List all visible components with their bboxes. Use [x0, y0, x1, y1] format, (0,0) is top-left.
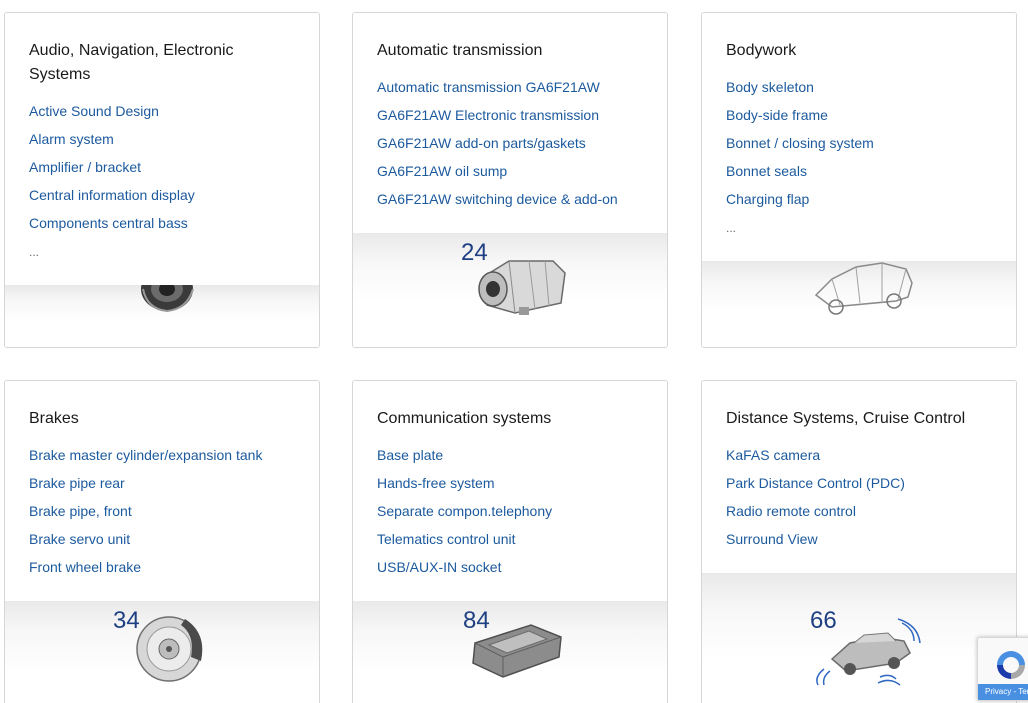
subcategory-link[interactable]: Bonnet / closing system: [726, 129, 992, 157]
category-image-area[interactable]: [5, 285, 319, 347]
category-card-automatic-transmission[interactable]: Automatic transmission Automatic transmi…: [352, 12, 668, 348]
subcategory-link[interactable]: Brake pipe, front: [29, 497, 295, 525]
category-card-bodywork[interactable]: Bodywork Body skeleton Body-side frame B…: [701, 12, 1017, 348]
subcategory-list: Base plate Hands-free system Separate co…: [377, 441, 643, 581]
subcategory-link[interactable]: Central information display: [29, 181, 295, 209]
category-image-area[interactable]: 34: [5, 601, 319, 703]
category-card-brakes[interactable]: Brakes Brake master cylinder/expansion t…: [4, 380, 320, 703]
recaptcha-badge[interactable]: Privacy - Terms: [977, 637, 1028, 701]
category-card-distance-systems[interactable]: Distance Systems, Cruise Control KaFAS c…: [701, 380, 1017, 703]
subcategory-list: KaFAS camera Park Distance Control (PDC)…: [726, 441, 992, 553]
subcategory-link[interactable]: Brake servo unit: [29, 525, 295, 553]
subcategory-link[interactable]: Separate compon.telephony: [377, 497, 643, 525]
category-card-communication-systems[interactable]: Communication systems Base plate Hands-f…: [352, 380, 668, 703]
subcategory-link[interactable]: Radio remote control: [726, 497, 992, 525]
subcategory-link[interactable]: Body-side frame: [726, 101, 992, 129]
card-title[interactable]: Automatic transmission: [377, 39, 643, 63]
subcategory-link[interactable]: Brake master cylinder/expansion tank: [29, 441, 295, 469]
base-plate-part-image: [472, 624, 562, 678]
card-title[interactable]: Communication systems: [377, 407, 643, 431]
subcategory-link[interactable]: Hands-free system: [377, 469, 643, 497]
subcategory-link[interactable]: GA6F21AW Electronic transmission: [377, 101, 643, 129]
subcategory-link[interactable]: Brake pipe rear: [29, 469, 295, 497]
card-title[interactable]: Brakes: [29, 407, 295, 431]
card-title[interactable]: Bodywork: [726, 39, 992, 63]
body-skeleton-part-image: [814, 262, 913, 315]
subcategory-link[interactable]: KaFAS camera: [726, 441, 992, 469]
brake-disc-part-image: [136, 616, 203, 682]
subcategory-link[interactable]: Bonnet seals: [726, 157, 992, 185]
car-sensors-part-image: [816, 618, 921, 686]
more-ellipsis[interactable]: ...: [29, 237, 295, 267]
card-title[interactable]: Audio, Navigation, Electronic Systems: [29, 39, 295, 87]
subcategory-link[interactable]: GA6F21AW switching device & add-on: [377, 185, 643, 213]
category-image-area[interactable]: [702, 261, 1016, 347]
recaptcha-terms[interactable]: Privacy - Terms: [978, 684, 1028, 700]
recaptcha-icon: [997, 651, 1025, 679]
card-title[interactable]: Distance Systems, Cruise Control: [726, 407, 992, 431]
subcategory-list: Automatic transmission GA6F21AW GA6F21AW…: [377, 73, 643, 213]
subcategory-link[interactable]: Body skeleton: [726, 73, 992, 101]
category-image-area[interactable]: 24: [353, 233, 667, 347]
subcategory-link[interactable]: Components central bass: [29, 209, 295, 237]
subcategory-link[interactable]: Base plate: [377, 441, 643, 469]
transmission-part-image: [478, 260, 566, 315]
subcategory-link[interactable]: Alarm system: [29, 125, 295, 153]
category-image-area[interactable]: 66: [702, 573, 1016, 703]
category-image-area[interactable]: 84: [353, 601, 667, 703]
subcategory-link[interactable]: Automatic transmission GA6F21AW: [377, 73, 643, 101]
subcategory-list: Active Sound Design Alarm system Amplifi…: [29, 97, 295, 267]
category-card-audio[interactable]: Audio, Navigation, Electronic Systems Ac…: [4, 12, 320, 348]
subcategory-link[interactable]: Charging flap: [726, 185, 992, 213]
subcategory-link[interactable]: Surround View: [726, 525, 992, 553]
subcategory-link[interactable]: Park Distance Control (PDC): [726, 469, 992, 497]
subcategory-link[interactable]: GA6F21AW add-on parts/gaskets: [377, 129, 643, 157]
more-ellipsis[interactable]: ...: [726, 213, 992, 243]
subcategory-list: Body skeleton Body-side frame Bonnet / c…: [726, 73, 992, 243]
subcategory-link[interactable]: Amplifier / bracket: [29, 153, 295, 181]
subcategory-list: Brake master cylinder/expansion tank Bra…: [29, 441, 295, 581]
subcategory-link[interactable]: Telematics control unit: [377, 525, 643, 553]
subcategory-link[interactable]: GA6F21AW oil sump: [377, 157, 643, 185]
subcategory-link[interactable]: Active Sound Design: [29, 97, 295, 125]
subcategory-link[interactable]: USB/AUX-IN socket: [377, 553, 643, 581]
subcategory-link[interactable]: Front wheel brake: [29, 553, 295, 581]
speaker-part-image: [141, 285, 194, 313]
